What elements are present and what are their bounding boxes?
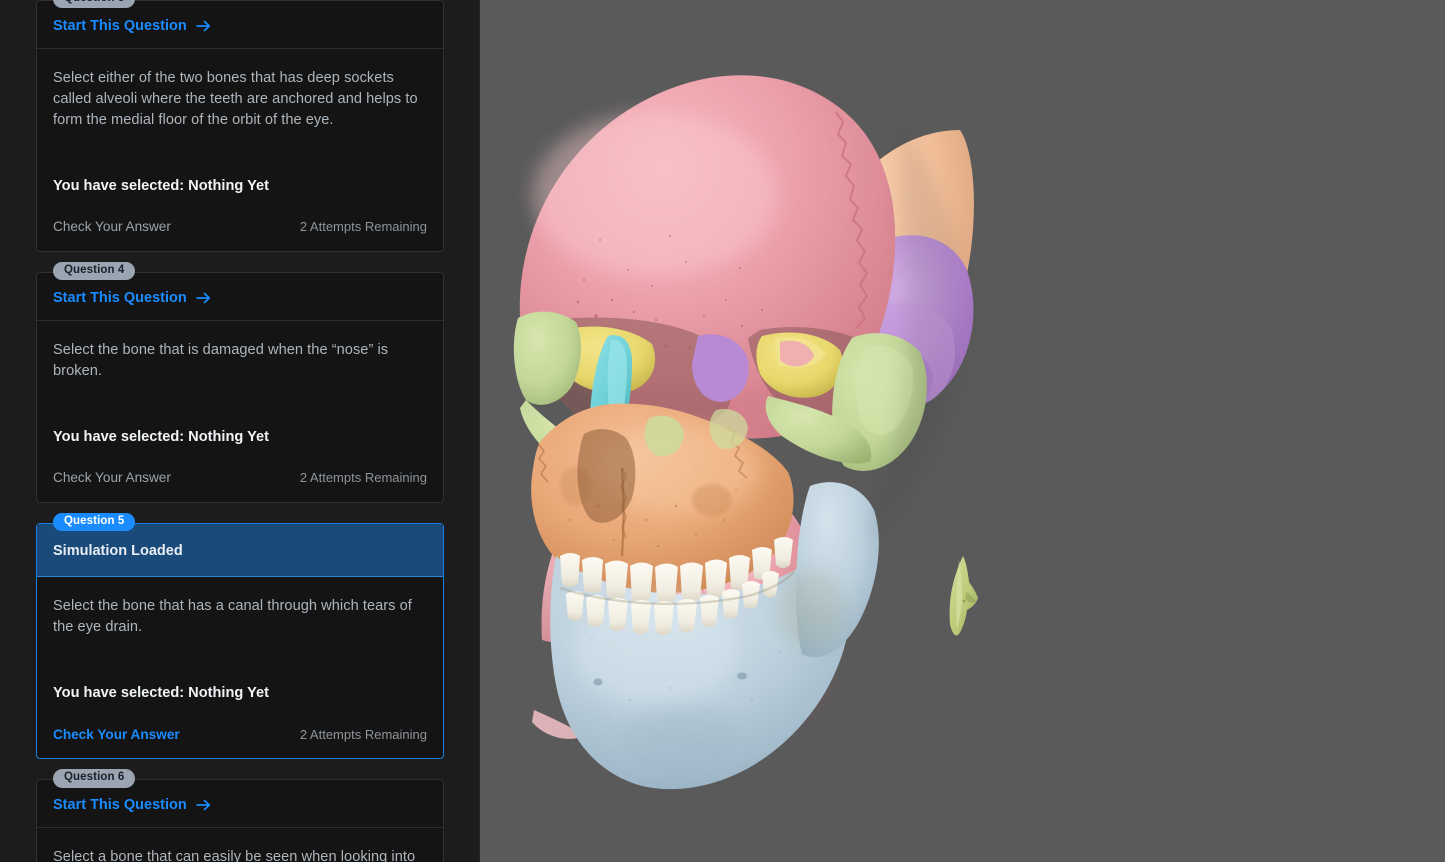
simulation-status-label: Simulation Loaded — [53, 543, 183, 559]
start-question-link[interactable]: Start This Question — [53, 19, 211, 34]
arrow-right-icon — [196, 799, 211, 811]
question-card-q6[interactable]: Question 6 Start This Question Select a … — [36, 779, 444, 862]
card-header: Simulation Loaded — [37, 524, 443, 577]
arrow-right-icon — [196, 292, 211, 304]
selected-answer-label: You have selected: Nothing Yet — [53, 686, 427, 701]
question-prompt: Select the bone that is damaged when the… — [53, 340, 427, 382]
skull-ramus-tint — [778, 570, 846, 650]
start-question-link[interactable]: Start This Question — [53, 291, 211, 306]
card-body: Select the bone that is damaged when the… — [37, 321, 443, 502]
check-answer-link[interactable]: Check Your Answer — [53, 471, 171, 485]
attempts-remaining: 2 Attempts Remaining — [300, 220, 427, 233]
skull-mental-protuberance — [624, 706, 736, 774]
skull-mental-foramen-left — [594, 679, 603, 686]
question-prompt: Select the bone that has a canal through… — [53, 596, 427, 638]
question-list: Check Your Answer 2 Attempts Remaining Q… — [0, 0, 480, 862]
start-question-label: Start This Question — [53, 798, 187, 813]
selected-answer-label: You have selected: Nothing Yet — [53, 179, 427, 194]
anatomy-quiz-app: Check Your Answer 2 Attempts Remaining Q… — [0, 0, 1445, 862]
skull-mental-foramen-right — [737, 673, 747, 680]
3d-scene[interactable] — [480, 0, 1445, 862]
question-badge: Question 6 — [53, 769, 135, 788]
card-body: Select either of the two bones that has … — [37, 49, 443, 251]
attempts-remaining: 2 Attempts Remaining — [300, 728, 427, 741]
question-prompt: Select a bone that can easily be seen wh… — [53, 847, 427, 862]
skull-frontal-highlight — [533, 113, 777, 277]
card-footer: Check Your Answer 2 Attempts Remaining — [53, 471, 427, 485]
start-question-label: Start This Question — [53, 291, 187, 306]
card-footer: Check Your Answer 2 Attempts Remaining — [53, 728, 427, 742]
question-card-q4[interactable]: Question 4 Start This Question Select th… — [36, 272, 444, 503]
3d-skull-viewport[interactable] — [480, 0, 1445, 862]
start-question-link[interactable]: Start This Question — [53, 798, 211, 813]
skull-canine-fossa-right — [692, 484, 732, 516]
lacrimal-foramen — [963, 600, 966, 603]
question-prompt: Select either of the two bones that has … — [53, 68, 427, 131]
question-badge: Question 3 — [53, 0, 135, 8]
question-badge: Question 4 — [53, 262, 135, 281]
question-panel[interactable]: Check Your Answer 2 Attempts Remaining Q… — [0, 0, 480, 862]
question-card-q5[interactable]: Question 5 Simulation Loaded Select the … — [36, 523, 444, 759]
card-footer: Check Your Answer 2 Attempts Remaining — [53, 220, 427, 234]
arrow-right-icon — [196, 20, 211, 32]
check-answer-link[interactable]: Check Your Answer — [53, 220, 171, 234]
card-body: Select a bone that can easily be seen wh… — [37, 828, 443, 862]
check-answer-link[interactable]: Check Your Answer — [53, 728, 180, 742]
card-body: Select the bone that has a canal through… — [37, 577, 443, 758]
attempts-remaining: 2 Attempts Remaining — [300, 471, 427, 484]
question-card-q3[interactable]: Question 3 Start This Question Select ei… — [36, 0, 444, 252]
start-question-label: Start This Question — [53, 19, 187, 34]
question-badge: Question 5 — [53, 513, 135, 532]
selected-answer-label: You have selected: Nothing Yet — [53, 430, 427, 445]
